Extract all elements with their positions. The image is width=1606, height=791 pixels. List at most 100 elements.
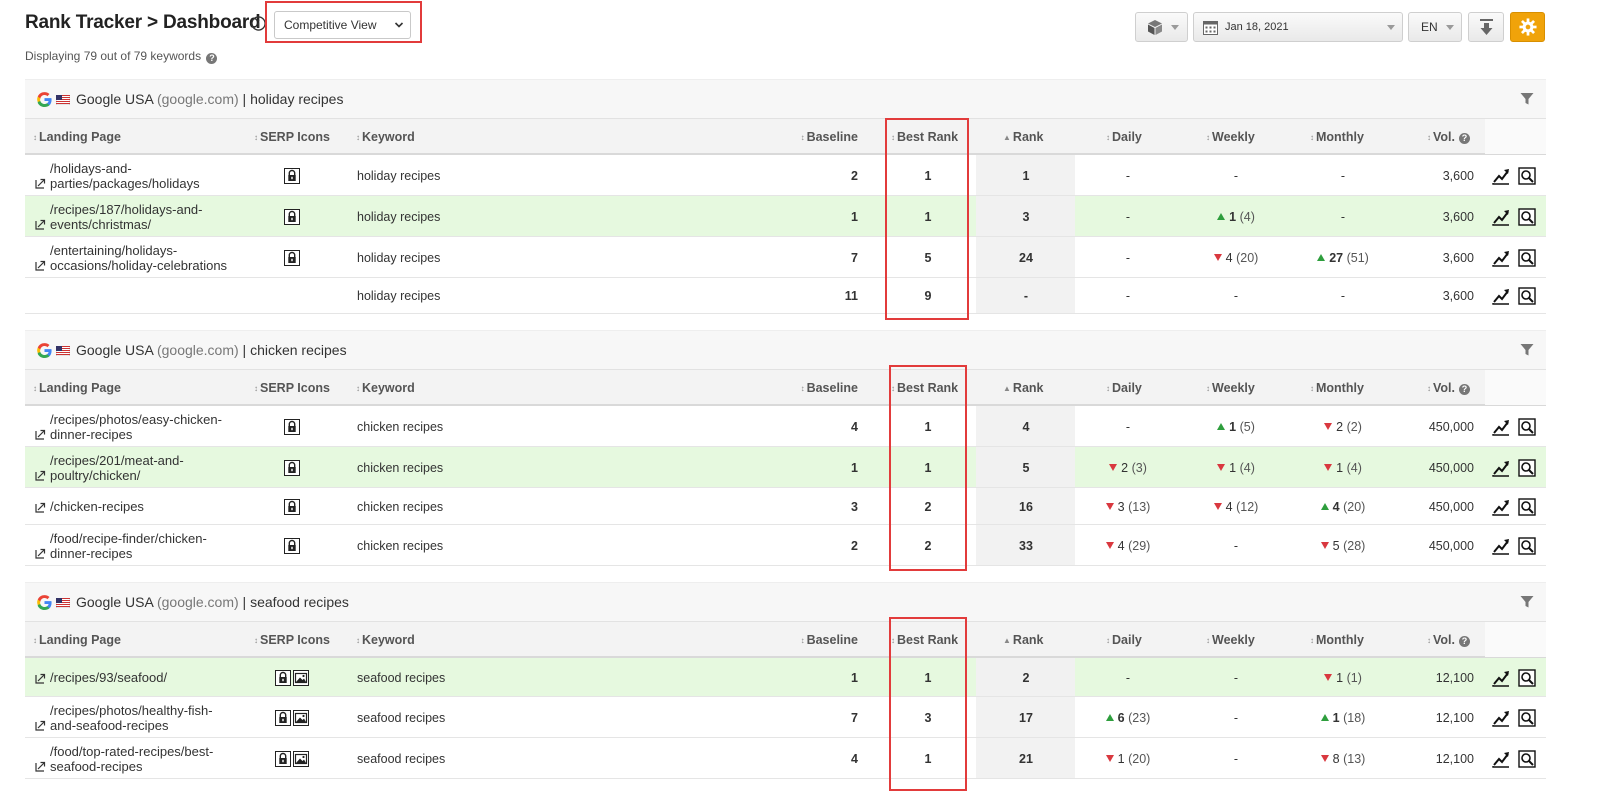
serp-preview-icon[interactable] (1518, 166, 1536, 185)
column-header-landing-page[interactable]: ↕ Landing Page (33, 381, 121, 395)
serp-preview-icon[interactable] (1518, 417, 1536, 436)
landing-page-link[interactable]: /recipes/201/meat-and-poultry/chicken/ (50, 453, 184, 483)
serp-preview-icon[interactable] (1518, 497, 1536, 516)
column-header-landing-page[interactable]: ↕ Landing Page (33, 633, 121, 647)
column-header-baseline[interactable]: ↕ Baseline (801, 130, 858, 144)
serp-preview-icon[interactable] (1518, 536, 1536, 555)
landing-page-link[interactable]: /food/recipe-finder/chicken-dinner-recip… (50, 531, 207, 561)
column-header-daily[interactable]: ↕ Daily (1106, 381, 1142, 395)
external-link-icon[interactable] (35, 761, 46, 772)
table-row: /food/recipe-finder/chicken-dinner-recip… (25, 525, 1546, 566)
trend-chart-icon[interactable] (1492, 537, 1510, 555)
external-link-icon[interactable] (35, 429, 46, 440)
trend-chart-icon[interactable] (1492, 249, 1510, 267)
landing-page-link[interactable]: /chicken-recipes (50, 499, 144, 514)
serp-icons (275, 750, 311, 767)
serp-preview-icon[interactable] (1518, 287, 1536, 305)
trend-chart-icon[interactable] (1492, 208, 1510, 226)
external-link-icon[interactable] (35, 502, 46, 513)
column-header-daily[interactable]: ↕ Daily (1106, 130, 1142, 144)
column-header-baseline[interactable]: ↕ Baseline (801, 633, 858, 647)
info-icon[interactable] (251, 16, 266, 31)
column-header-vol[interactable]: ↕ Vol.? (1427, 130, 1470, 144)
help-icon[interactable]: ? (1459, 133, 1470, 144)
column-header-best-rank[interactable]: ↕ Best Rank (891, 130, 958, 144)
column-header-monthly[interactable]: ↕ Monthly (1310, 130, 1364, 144)
landing-page-link[interactable]: /food/top-rated-recipes/best-seafood-rec… (50, 744, 213, 774)
column-header-rank[interactable]: ▲ Rank (1003, 130, 1044, 144)
column-header-monthly[interactable]: ↕ Monthly (1310, 381, 1364, 395)
column-header-best-rank[interactable]: ↕ Best Rank (891, 633, 958, 647)
external-link-icon[interactable] (35, 548, 46, 559)
serp-preview-icon[interactable] (1518, 708, 1536, 727)
column-header-serp-icons[interactable]: ↕ SERP Icons (254, 381, 330, 395)
landing-page-link[interactable]: /recipes/93/seafood/ (50, 670, 167, 685)
landing-page-link[interactable]: /recipes/photos/healthy-fish-and-seafood… (50, 703, 213, 733)
filter-icon[interactable] (1520, 92, 1534, 106)
trend-chart-icon[interactable] (1492, 750, 1510, 768)
column-header-vol[interactable]: ↕ Vol.? (1427, 633, 1470, 647)
column-header-monthly[interactable]: ↕ Monthly (1310, 633, 1364, 647)
landing-page-link[interactable]: /recipes/187/holidays-and-events/christm… (50, 202, 202, 232)
column-header-daily[interactable]: ↕ Daily (1106, 633, 1142, 647)
trend-chart-icon[interactable] (1492, 669, 1510, 687)
trend-chart-icon[interactable] (1492, 287, 1510, 305)
help-icon[interactable]: ? (206, 53, 218, 64)
serp-preview-icon[interactable] (1518, 749, 1536, 768)
column-header-weekly[interactable]: ↕ Weekly (1206, 130, 1255, 144)
language-select[interactable]: EN (1408, 12, 1462, 42)
column-header-rank[interactable]: ▲ Rank (1003, 633, 1044, 647)
column-header-keyword[interactable]: ↕ Keyword (356, 130, 415, 144)
external-link-icon[interactable] (35, 178, 46, 189)
external-link-icon[interactable] (35, 720, 46, 731)
serp-preview-icon[interactable] (1518, 458, 1536, 477)
view-select[interactable]: Competitive View (274, 11, 411, 39)
column-header-weekly[interactable]: ↕ Weekly (1206, 633, 1255, 647)
column-header-weekly[interactable]: ↕ Weekly (1206, 381, 1255, 395)
serp-preview-icon[interactable] (1518, 248, 1536, 267)
trend-chart-icon[interactable] (1492, 498, 1510, 516)
external-link-icon[interactable] (35, 673, 46, 684)
column-header-serp-icons[interactable]: ↕ SERP Icons (254, 633, 330, 647)
trend-chart-icon[interactable] (1492, 167, 1510, 185)
column-header-baseline[interactable]: ↕ Baseline (801, 381, 858, 395)
landing-page-link[interactable]: /recipes/photos/easy-chicken-dinner-reci… (50, 412, 222, 442)
landing-page-line: /recipes/187/holidays-and- (50, 201, 203, 217)
help-icon[interactable]: ? (1459, 636, 1470, 647)
view-mode-button[interactable] (1135, 12, 1188, 42)
landing-page-line: /recipes/photos/easy-chicken- (50, 411, 222, 427)
column-header-label: Daily (1112, 633, 1142, 647)
external-link-icon[interactable] (35, 470, 46, 481)
external-link-icon[interactable] (35, 260, 46, 271)
settings-button[interactable] (1510, 12, 1545, 42)
lock-icon (284, 537, 300, 554)
daily-change-cell: 3 (13) (1083, 500, 1173, 514)
column-header-vol[interactable]: ↕ Vol.? (1427, 381, 1470, 395)
column-header-label: Best Rank (897, 381, 959, 395)
trend-chart-icon[interactable] (1492, 418, 1510, 436)
landing-page-line: occasions/holiday-celebrations (50, 257, 228, 273)
help-icon[interactable]: ? (1459, 384, 1470, 395)
sort-icon: ↕ (1106, 384, 1110, 393)
filter-icon[interactable] (1520, 595, 1534, 609)
column-header-keyword[interactable]: ↕ Keyword (356, 381, 415, 395)
serp-preview-icon[interactable] (1518, 207, 1536, 226)
column-header-keyword[interactable]: ↕ Keyword (356, 633, 415, 647)
sort-asc-icon: ▲ (1003, 636, 1011, 645)
trend-chart-icon[interactable] (1492, 709, 1510, 727)
filter-icon[interactable] (1520, 343, 1534, 357)
column-header-best-rank[interactable]: ↕ Best Rank (891, 381, 958, 395)
serp-icons (284, 459, 302, 476)
external-link-icon[interactable] (35, 219, 46, 230)
serp-preview-icon[interactable] (1518, 668, 1536, 687)
rank-cell: 24 (1019, 250, 1033, 265)
column-header-serp-icons[interactable]: ↕ SERP Icons (254, 130, 330, 144)
column-header-landing-page[interactable]: ↕ Landing Page (33, 130, 121, 144)
landing-page-line: /holidays-and- (50, 160, 132, 176)
landing-page-link[interactable]: /holidays-and-parties/packages/holidays (50, 161, 200, 191)
date-picker[interactable]: Jan 18, 2021 (1193, 12, 1403, 42)
column-header-rank[interactable]: ▲ Rank (1003, 381, 1044, 395)
download-button[interactable] (1468, 12, 1504, 42)
trend-chart-icon[interactable] (1492, 459, 1510, 477)
landing-page-link[interactable]: /entertaining/holidays-occasions/holiday… (50, 243, 227, 273)
